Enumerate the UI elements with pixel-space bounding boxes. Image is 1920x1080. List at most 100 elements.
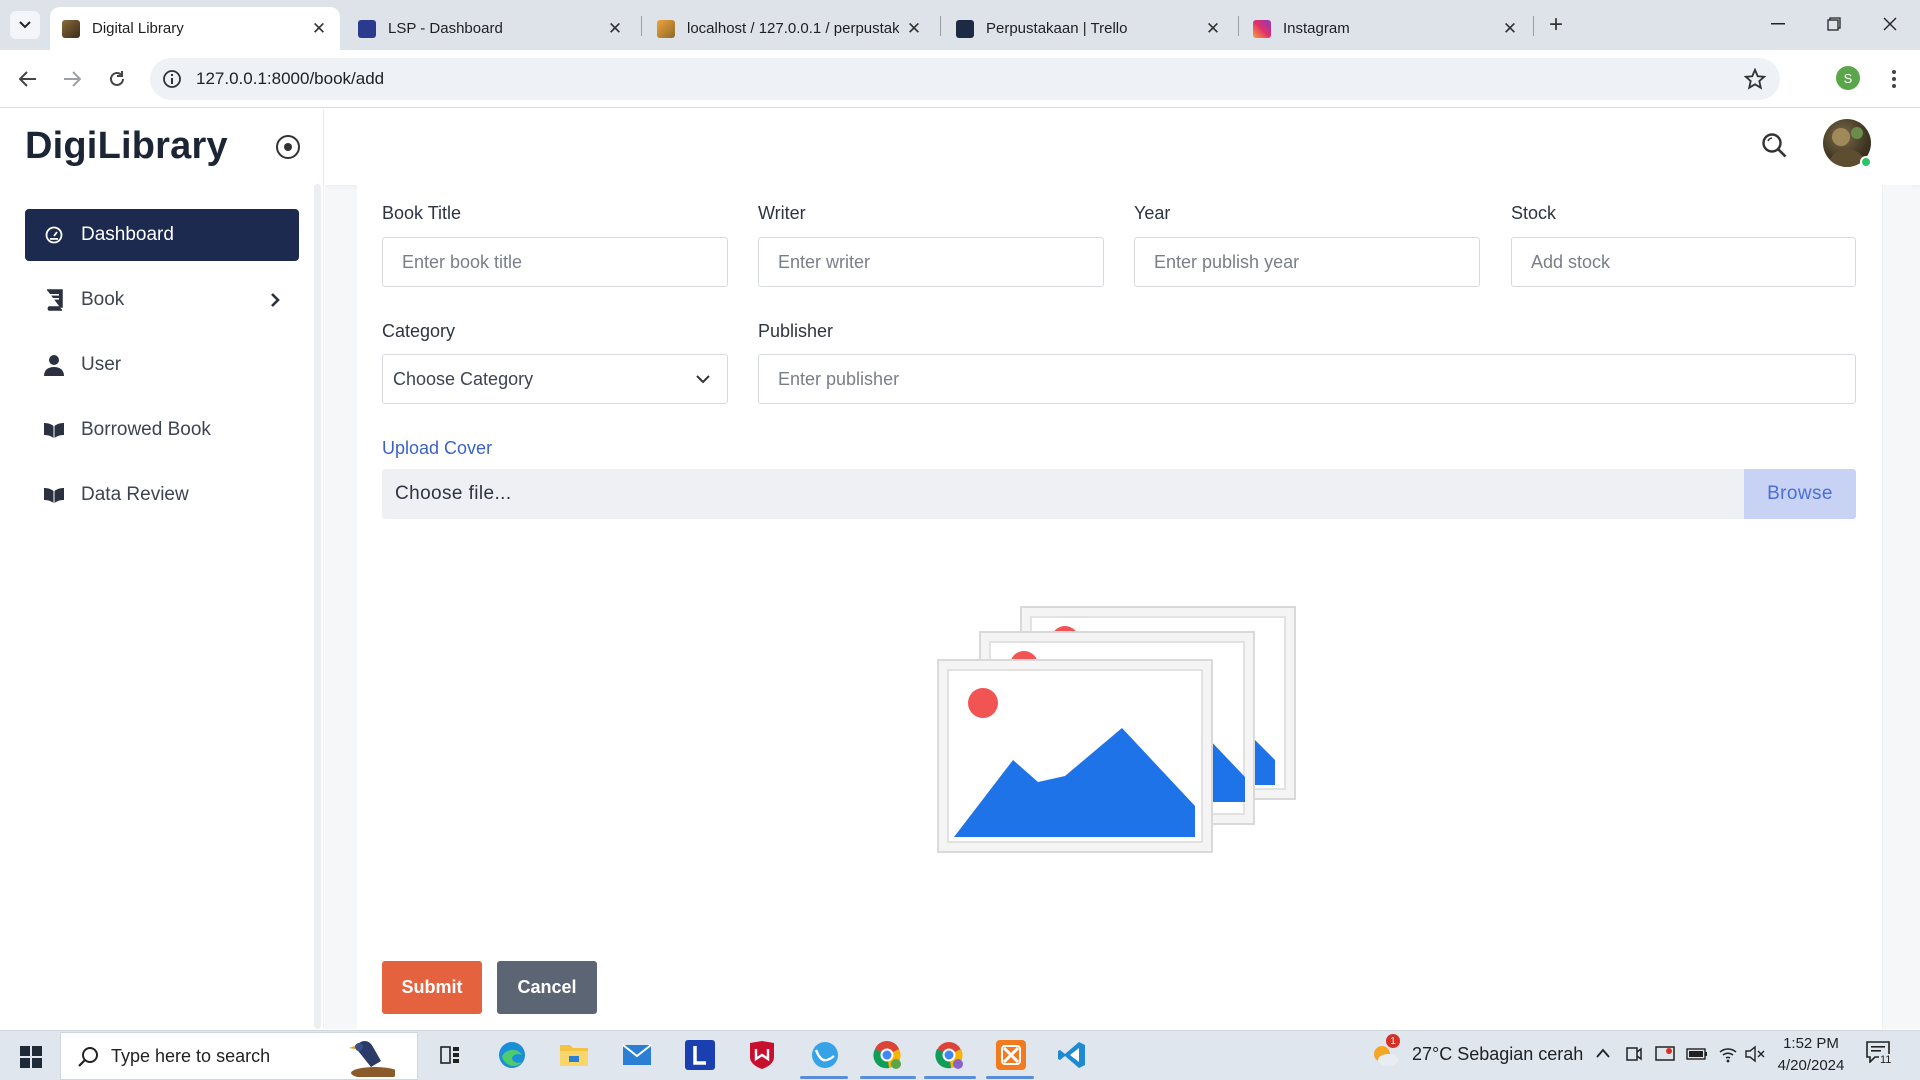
browser-profile-avatar[interactable]: S [1836,66,1860,90]
image-placeholder-illustration [937,606,1296,853]
taskbar-search-box[interactable]: Type here to search [60,1032,418,1080]
forward-button[interactable] [56,63,88,95]
writer-input[interactable]: Enter writer [758,237,1104,287]
close-window-button[interactable] [1862,0,1918,48]
speaker-muted-icon[interactable] [1744,1045,1766,1063]
lsp-favicon-icon [358,19,376,38]
kebab-menu-icon [1892,70,1896,88]
sidebar-item-user[interactable]: User [25,339,299,391]
category-select[interactable]: Choose Category [382,354,728,404]
tab-digital-library[interactable]: Digital Library ✕ [50,7,340,50]
address-bar[interactable]: 127.0.0.1:8000/book/add [150,58,1780,100]
search-highlight-bird-icon [349,1041,395,1077]
chevron-up-icon[interactable] [1595,1047,1611,1059]
l-app-icon[interactable] [683,1038,717,1072]
chevron-down-icon [19,21,31,29]
url-text[interactable]: 127.0.0.1:8000/book/add [196,69,384,89]
tab-phpmyadmin[interactable]: localhost / 127.0.0.1 / perpustak ✕ [645,7,935,50]
book-title-label: Book Title [382,203,462,223]
cover-file-input[interactable]: Choose file... Browse [382,469,1856,519]
vscode-icon[interactable] [1055,1038,1089,1072]
close-icon[interactable]: ✕ [1501,19,1519,38]
screen-record-icon[interactable] [1655,1045,1675,1063]
task-view-icon[interactable] [433,1038,467,1072]
tab-trello[interactable]: Perpustakaan | Trello ✕ [944,7,1234,50]
chevron-right-icon [271,293,280,307]
browser-app-icon[interactable] [808,1038,842,1072]
notification-center-button[interactable]: 11 [1866,1041,1894,1069]
sidebar-item-data-review[interactable]: Data Review [25,469,299,521]
content-scrollbar[interactable] [1882,185,1912,1029]
stock-label: Stock [1511,203,1557,223]
close-icon[interactable]: ✕ [310,19,328,38]
tab-title: localhost / 127.0.0.1 / perpustak [687,20,899,37]
tab-instagram[interactable]: Instagram ✕ [1241,7,1531,50]
sidebar-scrollbar[interactable] [314,184,321,1029]
arrow-right-icon [64,71,81,87]
publisher-label: Publisher [758,321,834,341]
sidebar-item-book[interactable]: Book [25,274,299,326]
close-icon[interactable]: ✕ [905,19,923,38]
radio-dot-icon [284,143,292,151]
back-button[interactable] [12,63,44,95]
sidebar: DigiLibrary Dashboard Book User Borrowed… [0,109,324,1029]
browser-toolbar: 127.0.0.1:8000/book/add [0,50,1920,108]
tab-lsp-dashboard[interactable]: LSP - Dashboard ✕ [346,7,636,50]
sidebar-toggle-button[interactable] [276,135,300,159]
clock-time[interactable]: 1:52 PM [1776,1035,1846,1052]
publisher-input[interactable]: Enter publisher [758,354,1856,404]
browse-button[interactable]: Browse [1744,469,1856,519]
windows-start-icon[interactable] [20,1046,42,1068]
file-placeholder: Choose file... [395,483,512,504]
mail-icon[interactable] [620,1038,654,1072]
reload-button[interactable] [101,63,133,95]
sidebar-item-label: Dashboard [81,224,174,245]
search-icon[interactable] [1760,131,1788,159]
close-icon[interactable]: ✕ [606,19,624,38]
year-input[interactable]: Enter publish year [1134,237,1480,287]
submit-button[interactable]: Submit [382,961,482,1014]
library-favicon-icon [62,19,80,38]
tab-search-button[interactable] [10,11,40,39]
chrome-profile-icon[interactable] [932,1038,966,1072]
wifi-icon[interactable] [1718,1045,1738,1063]
year-label: Year [1134,203,1171,223]
brand-title[interactable]: DigiLibrary [25,125,228,168]
category-selected-value: Choose Category [393,368,534,389]
xampp-icon[interactable] [994,1038,1028,1072]
sidebar-item-label: Data Review [81,484,189,505]
book-title-input[interactable]: Enter book title [382,237,728,287]
sidebar-item-dashboard[interactable]: Dashboard [25,209,299,261]
sidebar-item-label: Book [81,289,125,310]
tab-title: Digital Library [92,20,184,37]
bookmark-star-icon[interactable] [1744,68,1766,90]
restore-button[interactable] [1806,0,1862,48]
category-label: Category [382,321,456,341]
minimize-button[interactable] [1750,0,1806,48]
tab-title: Perpustakaan | Trello [986,20,1128,37]
browser-menu-button[interactable] [1882,66,1906,92]
online-status-dot [1860,156,1872,168]
mcafee-icon[interactable] [745,1038,779,1072]
active-app-indicator [800,1076,848,1079]
cancel-button[interactable]: Cancel [497,961,597,1014]
tab-separator [940,16,941,36]
new-tab-button[interactable]: + [1542,11,1570,39]
weather-widget[interactable]: 1 27°C Sebagian cerah [1370,1034,1583,1068]
phpmyadmin-favicon-icon [657,19,675,38]
open-book-icon [43,419,65,441]
edge-browser-icon[interactable] [495,1038,529,1072]
sidebar-item-borrowed-book[interactable]: Borrowed Book [25,404,299,456]
clock-date[interactable]: 4/20/2024 [1774,1057,1848,1074]
active-app-indicator [924,1076,976,1079]
active-app-indicator [986,1076,1034,1079]
chrome-icon[interactable] [870,1038,904,1072]
browser-tab-strip: Digital Library ✕ LSP - Dashboard ✕ loca… [0,0,1920,50]
site-info-icon[interactable] [162,69,182,89]
meet-now-icon[interactable] [1626,1045,1642,1063]
close-icon[interactable]: ✕ [1204,19,1222,38]
battery-icon[interactable] [1686,1048,1708,1060]
file-explorer-icon[interactable] [557,1038,591,1072]
instagram-favicon-icon [1253,19,1271,38]
stock-input[interactable]: Add stock [1511,237,1856,287]
